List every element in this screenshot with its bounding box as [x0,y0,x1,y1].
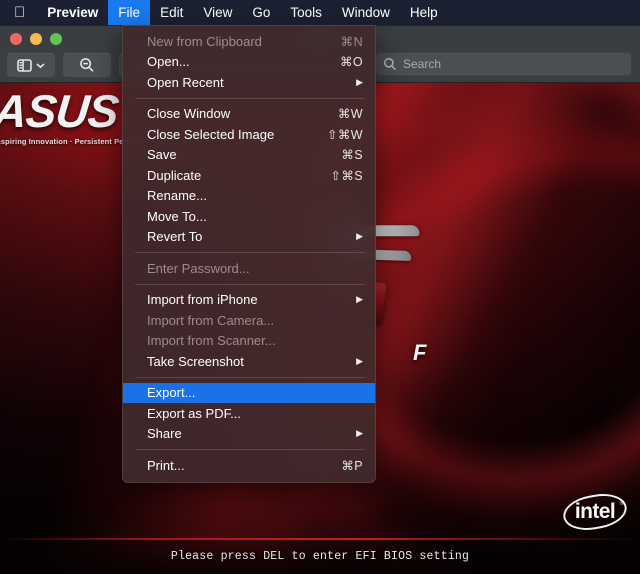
sidebar-icon [17,58,32,72]
menu-item-shortcut: ⌘N [340,34,363,49]
menu-separator [135,283,365,285]
menu-item-print[interactable]: Print... ⌘P [123,455,375,476]
zoom-out-icon [80,58,94,72]
submenu-arrow-icon: ▶ [356,231,363,242]
menu-bar-item-window[interactable]: Window [332,0,400,25]
menu-item-share[interactable]: Share ▶ [123,424,375,445]
menu-item-shortcut: ⇧⌘W [327,127,363,142]
menu-item-export-as-pdf[interactable]: Export as PDF... [123,403,375,424]
menu-item-label: New from Clipboard [147,33,262,49]
menu-bar-item-file[interactable]: File [108,0,151,25]
apple-menu-icon[interactable]:  [0,0,37,25]
menu-bar-item-help[interactable]: Help [400,0,448,25]
menu-item-close-window[interactable]: Close Window ⌘W [123,104,375,125]
menu-item-open-recent[interactable]: Open Recent ▶ [123,72,375,93]
menu-item-export[interactable]: Export... [123,382,375,403]
menu-separator [135,376,365,378]
menu-separator [135,449,365,450]
menu-item-shortcut: ⌘O [339,55,363,70]
menu-item-label: Take Screenshot [147,353,244,369]
menu-item-label: Move To... [147,208,207,224]
submenu-arrow-icon: ▶ [356,428,363,439]
file-dropdown-menu: New from Clipboard ⌘N Open... ⌘O Open Recent… [122,25,376,483]
menu-item-import-from-scanner: Import from Scanner... [123,331,375,352]
menu-item-import-from-camera: Import from Camera... [123,310,375,331]
menu-item-label: Open... [147,54,190,70]
menu-item-rename[interactable]: Rename... [123,186,375,207]
menu-item-label: Close Selected Image [147,126,275,142]
menu-item-shortcut: ⌘S [341,148,363,163]
menu-item-label: Save [147,147,177,163]
menu-item-shortcut: ⇧⌘S [330,168,363,183]
menu-item-take-screenshot[interactable]: Take Screenshot ▶ [123,351,375,372]
menu-item-label: Import from iPhone [147,292,258,308]
menu-item-label: Import from Scanner... [147,333,276,349]
menu-separator [135,252,365,253]
menu-item-new-from-clipboard: New from Clipboard ⌘N [123,31,375,52]
menu-item-label: Export... [147,385,196,401]
macos-menu-bar:  PreviewFileEditViewGoToolsWindowHelp [0,0,640,25]
menu-item-label: Share [147,426,182,442]
menu-item-label: Enter Password... [147,260,250,276]
menu-bar-item-preview[interactable]: Preview [37,0,108,25]
menu-item-shortcut: ⌘P [341,458,363,473]
menu-item-label: Close Window [147,106,231,122]
menu-item-duplicate[interactable]: Duplicate ⇧⌘S [123,165,375,186]
search-input[interactable] [375,52,632,76]
sidebar-toggle-button[interactable] [6,52,56,78]
screen: ASUS Inspiring Innovation · Persistent P… [0,0,640,574]
menu-item-revert-to[interactable]: Revert To ▶ [123,227,375,248]
menu-item-open[interactable]: Open... ⌘O [123,52,375,73]
menu-item-label: Rename... [147,188,207,204]
chevron-down-icon [36,62,45,68]
menu-item-shortcut: ⌘W [337,107,363,122]
menu-separator [135,97,365,99]
menu-item-enter-password: Enter Password... [123,258,375,279]
menu-bar-item-edit[interactable]: Edit [150,0,193,25]
menu-item-label: Open Recent [147,74,224,90]
search-icon [383,57,396,71]
zoom-out-button[interactable] [62,52,112,78]
menu-item-label: Print... [147,457,185,473]
menu-bar-item-view[interactable]: View [193,0,242,25]
menu-bar-items: Preview File Edit View Go Tools Window Help [37,0,447,25]
menu-item-label: Revert To [147,229,203,245]
submenu-arrow-icon: ▶ [356,294,363,305]
menu-item-label: Duplicate [147,167,202,183]
submenu-arrow-icon: ▶ [356,76,363,87]
menu-item-label: Import from Camera... [147,312,275,328]
menu-item-move-to[interactable]: Move To... [123,206,375,227]
menu-item-save[interactable]: Save ⌘S [123,145,375,166]
menu-bar-item-go[interactable]: Go [242,0,280,25]
menu-item-close-selected-image[interactable]: Close Selected Image ⇧⌘W [123,124,375,145]
menu-item-label: Export as PDF... [147,405,241,421]
menu-bar-item-tools[interactable]: Tools [280,0,332,25]
search-field-wrapper [375,52,632,76]
menu-item-import-from-iphone[interactable]: Import from iPhone ▶ [123,290,375,311]
submenu-arrow-icon: ▶ [356,355,363,366]
